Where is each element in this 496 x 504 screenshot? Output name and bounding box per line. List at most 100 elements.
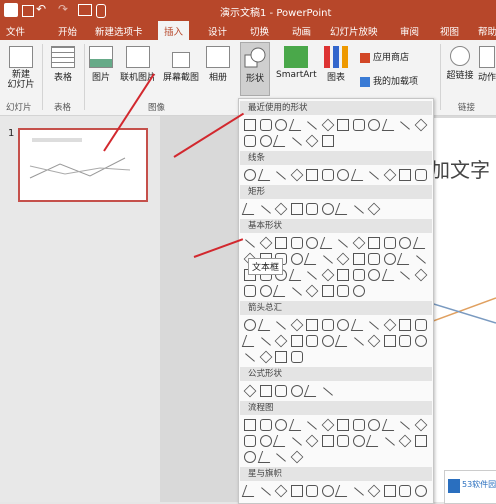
- shape-option[interactable]: [272, 435, 290, 447]
- shape-option[interactable]: [274, 202, 288, 216]
- shape-option[interactable]: [367, 202, 381, 216]
- shape-option[interactable]: [352, 419, 365, 431]
- shape-option[interactable]: [275, 385, 287, 397]
- shape-option[interactable]: [414, 435, 427, 447]
- tab-insert[interactable]: 插入: [158, 21, 190, 40]
- shape-option[interactable]: [337, 119, 349, 131]
- shape-option[interactable]: [275, 351, 287, 363]
- shape-option[interactable]: [241, 335, 259, 347]
- shape-option[interactable]: [241, 485, 259, 497]
- shapes-button[interactable]: 形状: [240, 42, 270, 96]
- store-button[interactable]: 应用商店: [360, 50, 409, 63]
- shape-option[interactable]: [274, 334, 288, 348]
- shape-option[interactable]: [336, 252, 350, 266]
- shape-option[interactable]: [414, 118, 427, 132]
- album-button[interactable]: 相册: [204, 46, 232, 83]
- shape-option[interactable]: [290, 318, 303, 332]
- shape-option[interactable]: [381, 119, 398, 131]
- shape-option[interactable]: [350, 169, 367, 181]
- shape-option[interactable]: [399, 485, 411, 497]
- shape-option[interactable]: [303, 253, 321, 265]
- shape-option[interactable]: [368, 237, 380, 249]
- shape-option[interactable]: [414, 485, 427, 497]
- shape-option[interactable]: [276, 171, 286, 180]
- shape-option[interactable]: [319, 237, 336, 249]
- undo-icon[interactable]: ↶: [36, 2, 46, 16]
- save-icon[interactable]: [22, 5, 34, 17]
- shape-option[interactable]: [259, 435, 272, 447]
- shape-option[interactable]: [414, 335, 427, 347]
- shape-option[interactable]: [276, 453, 286, 462]
- shape-option[interactable]: [259, 135, 272, 147]
- shape-option[interactable]: [260, 205, 271, 214]
- shape-option[interactable]: [307, 421, 317, 430]
- shape-option[interactable]: [400, 421, 410, 430]
- shape-option[interactable]: [321, 203, 334, 215]
- shape-option[interactable]: [399, 169, 411, 181]
- shape-option[interactable]: [259, 385, 272, 397]
- shape-option[interactable]: [260, 487, 271, 496]
- shape-option[interactable]: [322, 387, 333, 396]
- shape-option[interactable]: [244, 169, 256, 181]
- tab-new[interactable]: 新建选项卡: [95, 24, 143, 38]
- shape-option[interactable]: [369, 171, 379, 180]
- tab-home[interactable]: 开始: [58, 24, 77, 38]
- shape-option[interactable]: [337, 435, 349, 447]
- shape-option[interactable]: [244, 285, 256, 297]
- shape-option[interactable]: [244, 319, 256, 331]
- smartart-button[interactable]: SmartArt: [276, 46, 317, 80]
- shape-option[interactable]: [243, 384, 257, 398]
- shape-option[interactable]: [352, 435, 365, 447]
- shape-option[interactable]: [321, 319, 334, 331]
- shape-option[interactable]: [322, 255, 333, 264]
- shape-option[interactable]: [321, 335, 334, 347]
- shape-option[interactable]: [383, 318, 396, 332]
- shape-option[interactable]: [288, 119, 305, 131]
- shape-option[interactable]: [398, 434, 412, 448]
- shape-option[interactable]: [352, 253, 365, 265]
- shape-option[interactable]: [399, 319, 411, 331]
- shape-option[interactable]: [257, 451, 274, 463]
- shape-option[interactable]: [321, 285, 334, 297]
- tab-transitions[interactable]: 切换: [250, 24, 269, 38]
- shape-option[interactable]: [275, 237, 287, 249]
- shape-option[interactable]: [290, 168, 303, 182]
- shape-option[interactable]: [288, 269, 305, 281]
- tab-file[interactable]: 文件: [6, 24, 25, 38]
- shape-option[interactable]: [383, 485, 396, 497]
- shape-option[interactable]: [399, 335, 411, 347]
- shape-option[interactable]: [368, 269, 380, 281]
- tab-animations[interactable]: 动画: [292, 24, 311, 38]
- shape-option[interactable]: [305, 134, 319, 148]
- shape-option[interactable]: [305, 434, 319, 448]
- shape-option[interactable]: [367, 484, 381, 498]
- shape-option[interactable]: [241, 203, 259, 215]
- shape-option[interactable]: [353, 205, 364, 214]
- shape-option[interactable]: [352, 285, 365, 297]
- shape-option[interactable]: [383, 335, 396, 347]
- shape-option[interactable]: [272, 135, 290, 147]
- shape-option[interactable]: [276, 321, 286, 330]
- shape-option[interactable]: [337, 285, 349, 297]
- shape-option[interactable]: [399, 237, 411, 249]
- slide-thumbnail[interactable]: [18, 128, 148, 202]
- shape-option[interactable]: [291, 137, 302, 146]
- shape-option[interactable]: [353, 487, 364, 496]
- tab-design[interactable]: 设计: [208, 24, 227, 38]
- shape-option[interactable]: [306, 319, 318, 331]
- tab-review[interactable]: 审阅: [400, 24, 419, 38]
- shape-option[interactable]: [414, 268, 427, 282]
- shape-option[interactable]: [303, 385, 321, 397]
- shape-option[interactable]: [259, 236, 272, 250]
- tab-view[interactable]: 视图: [440, 24, 459, 38]
- shape-option[interactable]: [290, 485, 303, 497]
- shape-option[interactable]: [321, 435, 334, 447]
- shape-option[interactable]: [368, 419, 380, 431]
- shape-option[interactable]: [290, 385, 303, 397]
- shape-option[interactable]: [245, 353, 255, 362]
- table-button[interactable]: 表格: [48, 46, 78, 83]
- shape-option[interactable]: [306, 335, 318, 347]
- new-slide-button[interactable]: 新建 幻灯片: [4, 46, 38, 90]
- shape-option[interactable]: [334, 203, 352, 215]
- shape-option[interactable]: [244, 451, 256, 463]
